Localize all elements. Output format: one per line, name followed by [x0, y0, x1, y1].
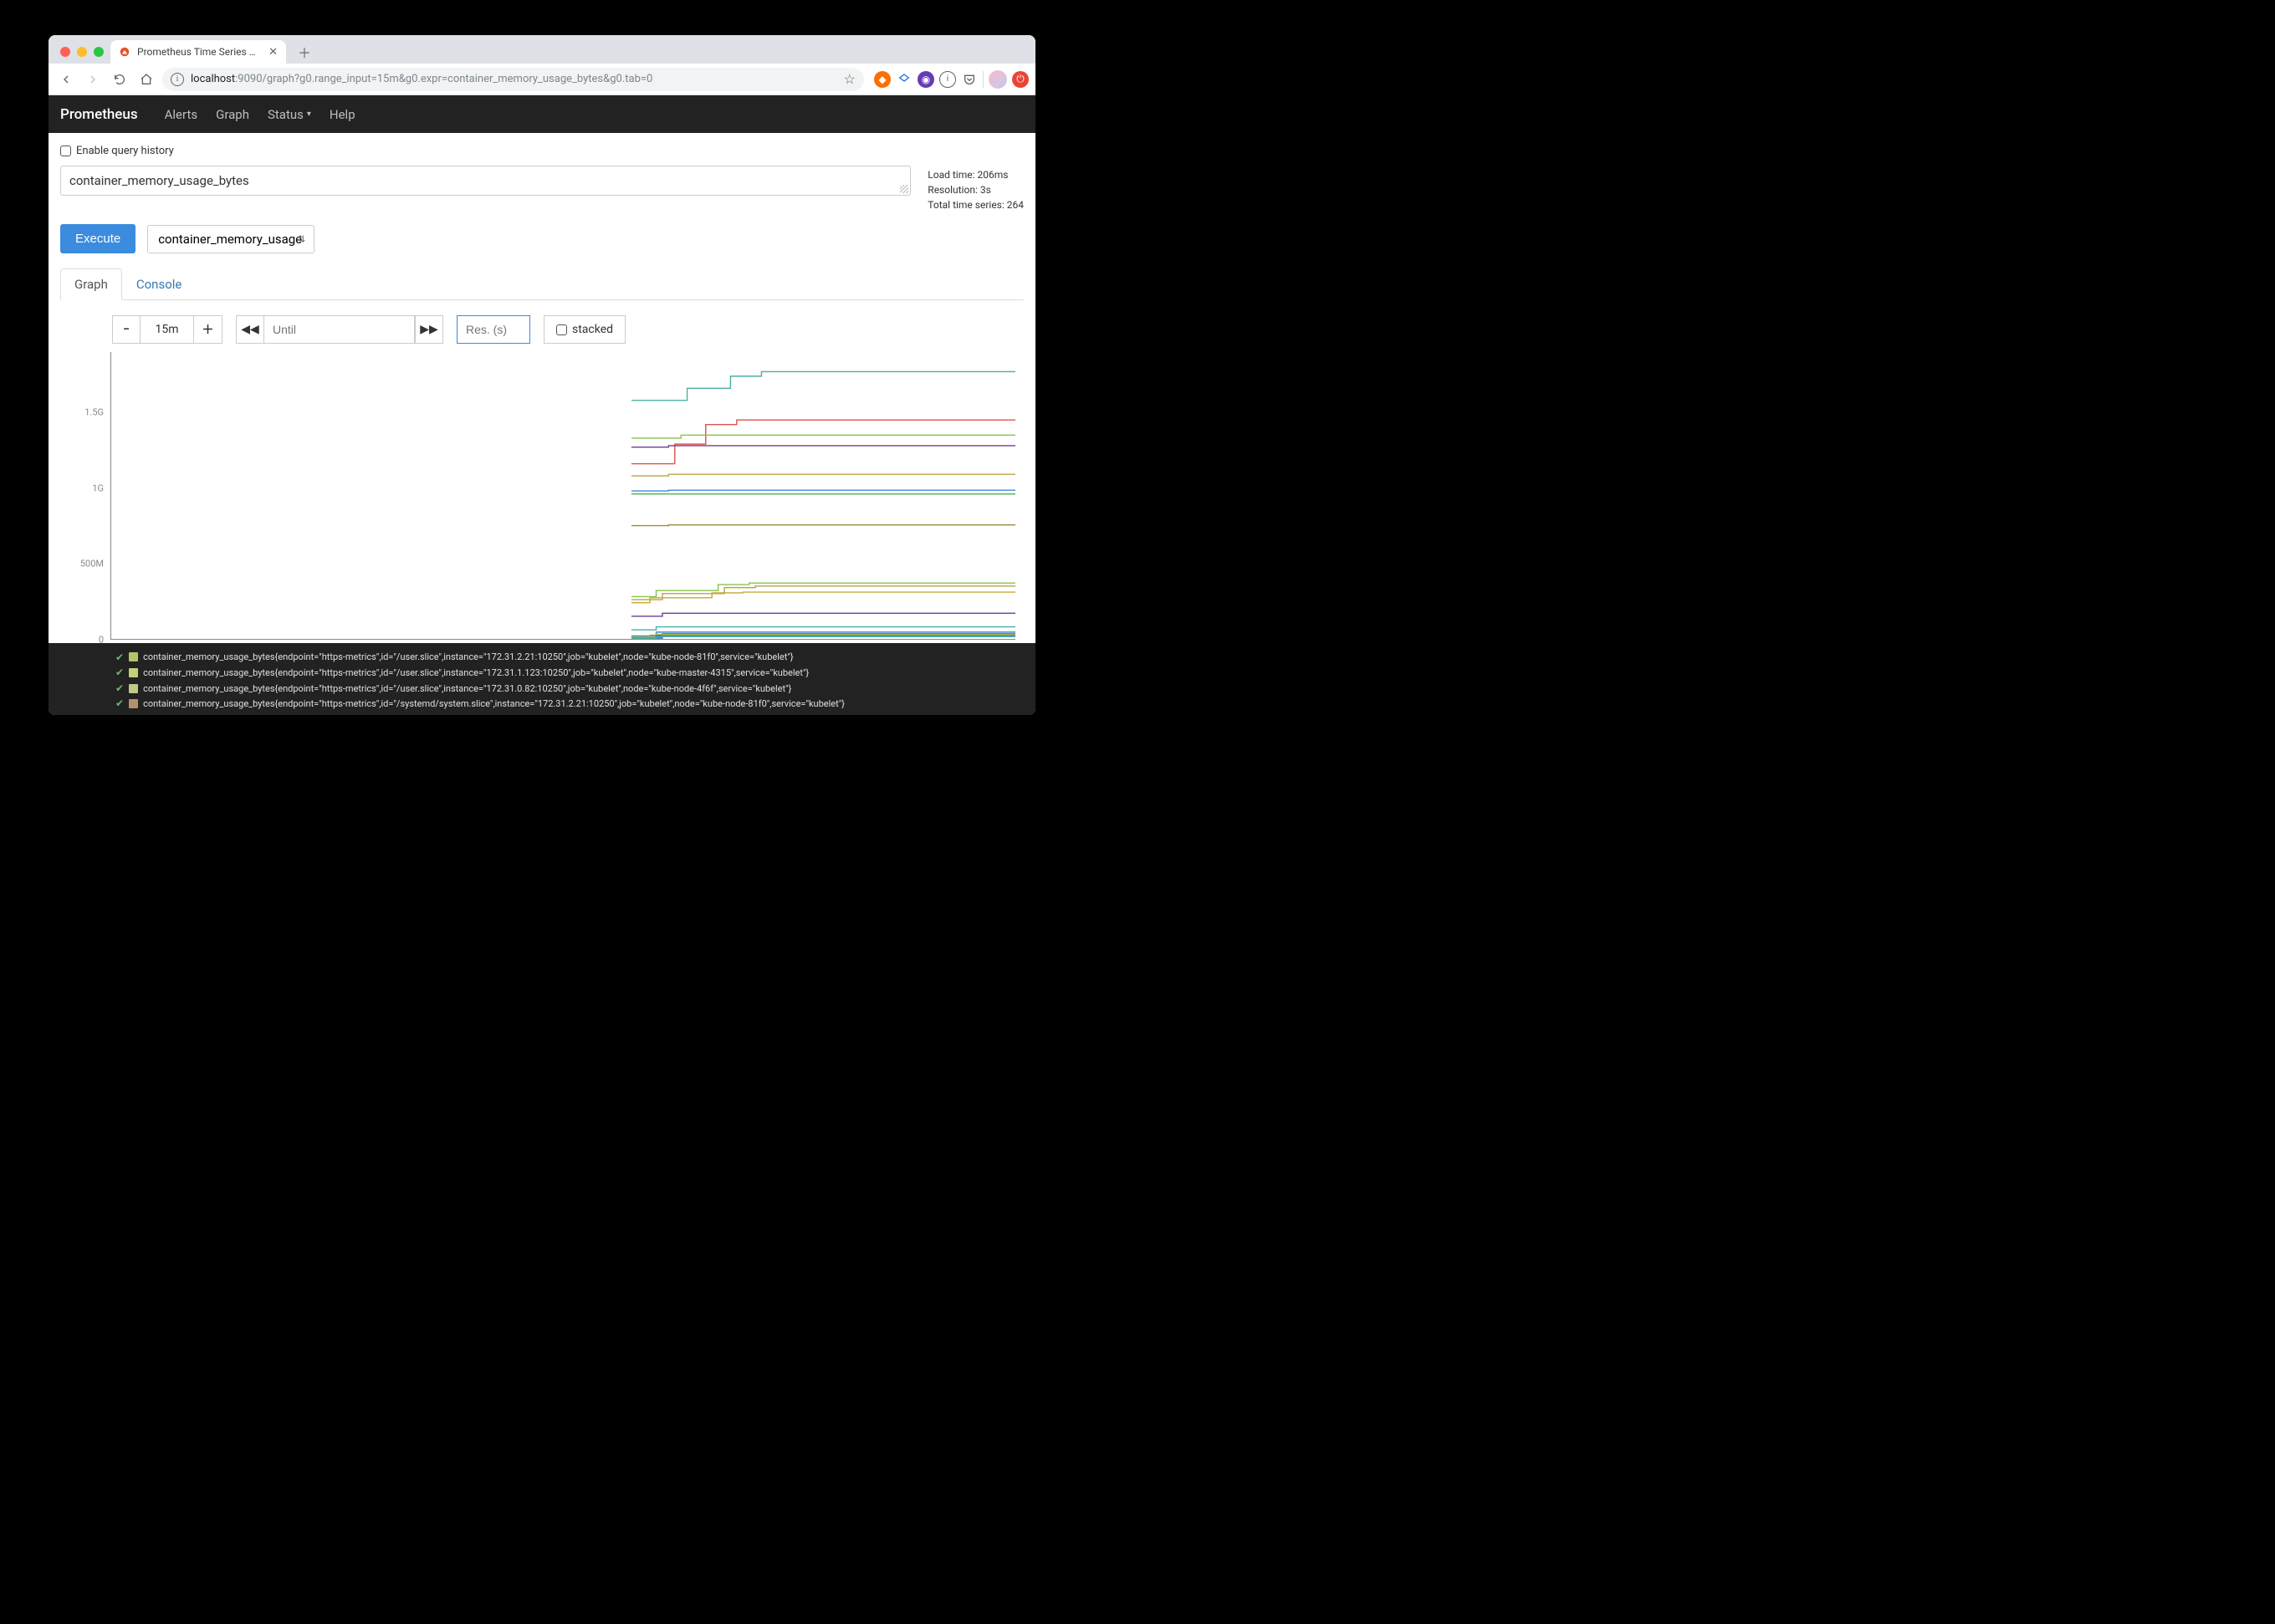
series-line[interactable] — [631, 627, 1015, 631]
series-line[interactable] — [631, 420, 1015, 463]
site-info-icon[interactable]: i — [171, 73, 184, 86]
forward-button[interactable] — [82, 69, 104, 90]
nav-help[interactable]: Help — [330, 107, 355, 122]
extension-icon-4[interactable]: i — [939, 71, 956, 88]
prometheus-app: Prometheus Alerts Graph Status▾ Help Ena… — [49, 95, 1035, 715]
content: Enable query history container_memory_us… — [49, 133, 1035, 715]
stat-total-series: Total time series: 264 — [928, 197, 1024, 212]
close-tab-icon[interactable]: ✕ — [268, 46, 278, 59]
home-button[interactable] — [135, 69, 157, 90]
maximize-window-button[interactable] — [94, 47, 104, 57]
legend-label: container_memory_usage_bytes{endpoint="h… — [143, 650, 794, 664]
graph-controls: − 15m ＋ ◀◀ ▶▶ stacked — [112, 315, 1024, 344]
select-caret-icon: ⇅ — [298, 233, 305, 244]
browser-window: Prometheus Time Series Collec ✕ ＋ i loca… — [49, 35, 1035, 715]
back-button[interactable] — [55, 69, 77, 90]
legend-item[interactable]: ✔ container_memory_usage_bytes{endpoint=… — [49, 650, 1035, 666]
check-icon: ✔ — [115, 681, 124, 697]
pocket-icon[interactable] — [961, 71, 978, 88]
stat-resolution: Resolution: 3s — [928, 182, 1024, 197]
address-bar: i localhost:9090/graph?g0.range_input=15… — [49, 64, 1035, 95]
legend-label: container_memory_usage_bytes{endpoint="h… — [143, 666, 809, 680]
tab-strip: Prometheus Time Series Collec ✕ ＋ — [49, 35, 1035, 64]
legend-label: container_memory_usage_bytes{endpoint="h… — [143, 682, 791, 696]
legend-swatch — [129, 699, 138, 708]
nav-graph[interactable]: Graph — [216, 107, 249, 122]
nav-alerts[interactable]: Alerts — [165, 107, 198, 122]
url-text: localhost:9090/graph?g0.range_input=15m&… — [191, 73, 652, 85]
y-tick: 1.5G — [84, 407, 104, 418]
window-controls — [57, 47, 110, 64]
app-brand[interactable]: Prometheus — [60, 106, 138, 123]
range-decrease-button[interactable]: − — [112, 315, 141, 344]
query-history-label: Enable query history — [76, 145, 174, 157]
y-axis: 0500M1G1.5G — [69, 352, 109, 640]
query-input[interactable]: container_memory_usage_bytes — [60, 166, 911, 196]
query-stats: Load time: 206ms Resolution: 3s Total ti… — [928, 166, 1024, 212]
series-line[interactable] — [631, 474, 1015, 476]
reload-button[interactable] — [109, 69, 130, 90]
series-line[interactable] — [631, 446, 1015, 447]
legend-item[interactable]: ✔ container_memory_usage_bytes{endpoint=… — [49, 696, 1035, 712]
tab-graph[interactable]: Graph — [60, 268, 122, 300]
check-icon: ✔ — [115, 696, 124, 712]
stacked-toggle[interactable]: stacked — [544, 315, 626, 344]
metric-select[interactable]: container_memory_usage ⇅ — [147, 225, 314, 253]
app-navbar: Prometheus Alerts Graph Status▾ Help — [49, 95, 1035, 133]
series-line[interactable] — [631, 525, 1015, 526]
plot-area[interactable] — [110, 352, 1015, 640]
legend-swatch — [129, 668, 138, 677]
chevron-down-icon: ▾ — [307, 110, 311, 119]
resolution-input[interactable] — [457, 315, 530, 344]
until-input[interactable] — [264, 315, 415, 344]
extension-icon-1[interactable]: ◆ — [874, 71, 891, 88]
legend-swatch — [129, 684, 138, 693]
check-icon: ✔ — [115, 665, 124, 681]
series-line[interactable] — [631, 613, 1015, 616]
prometheus-favicon-icon — [119, 46, 130, 58]
new-tab-button[interactable]: ＋ — [293, 40, 316, 64]
extension-icon-5[interactable]: ⏻ — [1012, 71, 1029, 88]
checkbox-icon[interactable] — [60, 146, 71, 156]
y-tick: 500M — [80, 559, 104, 569]
close-window-button[interactable] — [60, 47, 70, 57]
execute-button[interactable]: Execute — [60, 224, 135, 253]
toolbar-extensions: ◆ ◉ i ⏻ — [869, 70, 1029, 89]
url-field[interactable]: i localhost:9090/graph?g0.range_input=15… — [162, 68, 864, 91]
legend: ✔ container_memory_usage_bytes{endpoint=… — [49, 643, 1035, 715]
series-line[interactable] — [631, 371, 1015, 400]
time-back-button[interactable]: ◀◀ — [236, 315, 264, 344]
legend-swatch — [129, 652, 138, 661]
tab-console[interactable]: Console — [122, 268, 197, 300]
series-line[interactable] — [631, 583, 1015, 596]
result-tabs: Graph Console — [60, 268, 1024, 300]
bookmark-star-icon[interactable]: ☆ — [844, 71, 856, 87]
series-line[interactable] — [631, 435, 1015, 438]
y-tick: 1G — [92, 483, 104, 493]
range-increase-button[interactable]: ＋ — [194, 315, 222, 344]
extension-icon-3[interactable]: ◉ — [918, 71, 934, 88]
tab-title: Prometheus Time Series Collec — [137, 46, 262, 58]
legend-item[interactable]: ✔ container_memory_usage_bytes{endpoint=… — [49, 681, 1035, 697]
check-icon: ✔ — [115, 650, 124, 666]
minimize-window-button[interactable] — [77, 47, 87, 57]
nav-status[interactable]: Status▾ — [268, 107, 311, 122]
extension-icon-2[interactable] — [896, 71, 913, 88]
series-line[interactable] — [631, 636, 1015, 638]
legend-item[interactable]: ✔ container_memory_usage_bytes{endpoint=… — [49, 665, 1035, 681]
time-forward-button[interactable]: ▶▶ — [415, 315, 443, 344]
browser-tab[interactable]: Prometheus Time Series Collec ✕ — [110, 40, 286, 64]
checkbox-icon — [556, 324, 567, 335]
query-history-toggle[interactable]: Enable query history — [60, 141, 1024, 166]
profile-avatar[interactable] — [989, 70, 1007, 89]
chart: 0500M1G1.5G 55565758590123456789 — [110, 352, 1015, 660]
range-display[interactable]: 15m — [141, 315, 194, 344]
stat-load-time: Load time: 206ms — [928, 167, 1024, 182]
series-line[interactable] — [631, 490, 1015, 491]
legend-label: container_memory_usage_bytes{endpoint="h… — [143, 697, 845, 711]
